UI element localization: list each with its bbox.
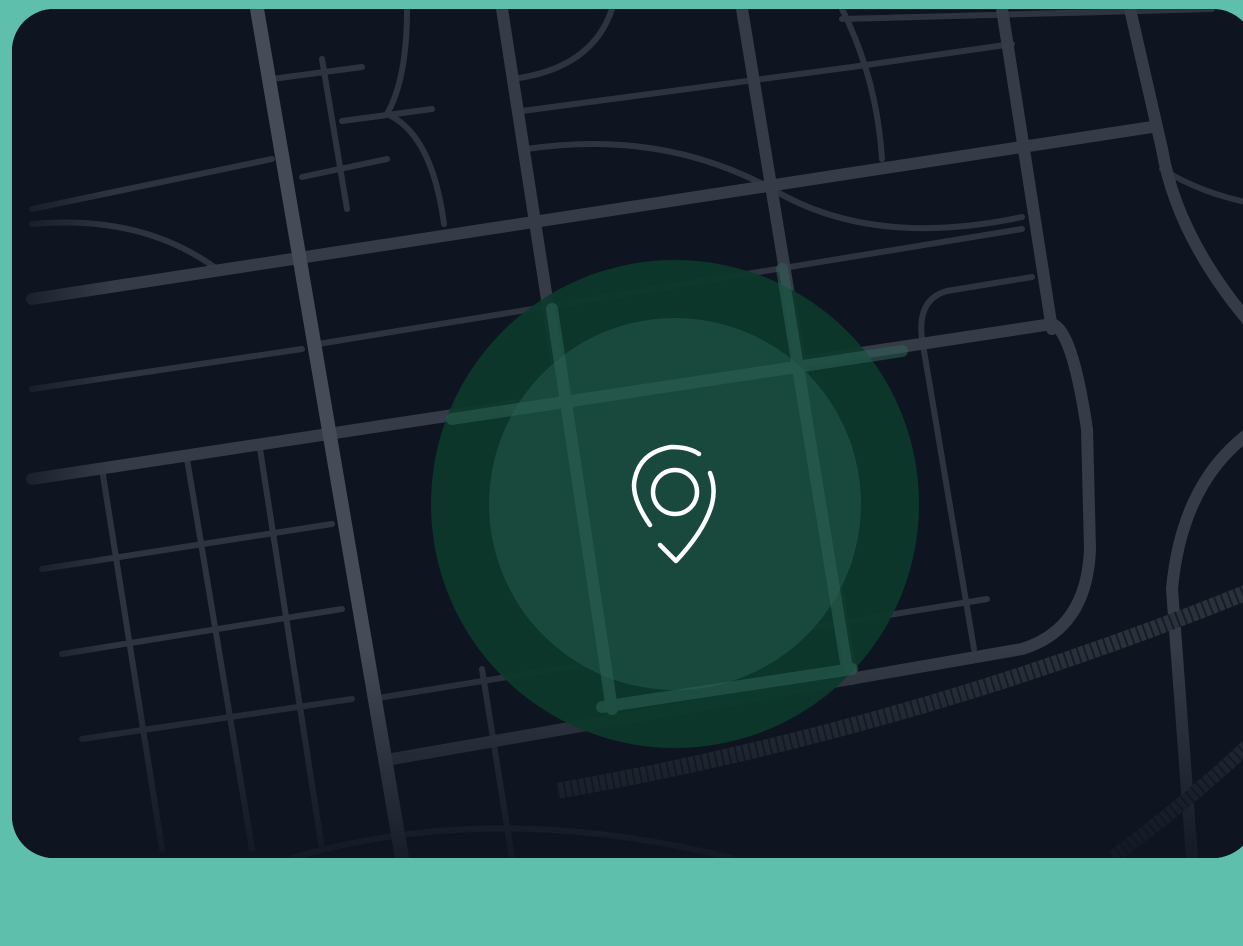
map-canvas[interactable] — [12, 9, 1243, 858]
location-radius-inner — [489, 318, 861, 690]
map-card[interactable] — [12, 9, 1243, 858]
